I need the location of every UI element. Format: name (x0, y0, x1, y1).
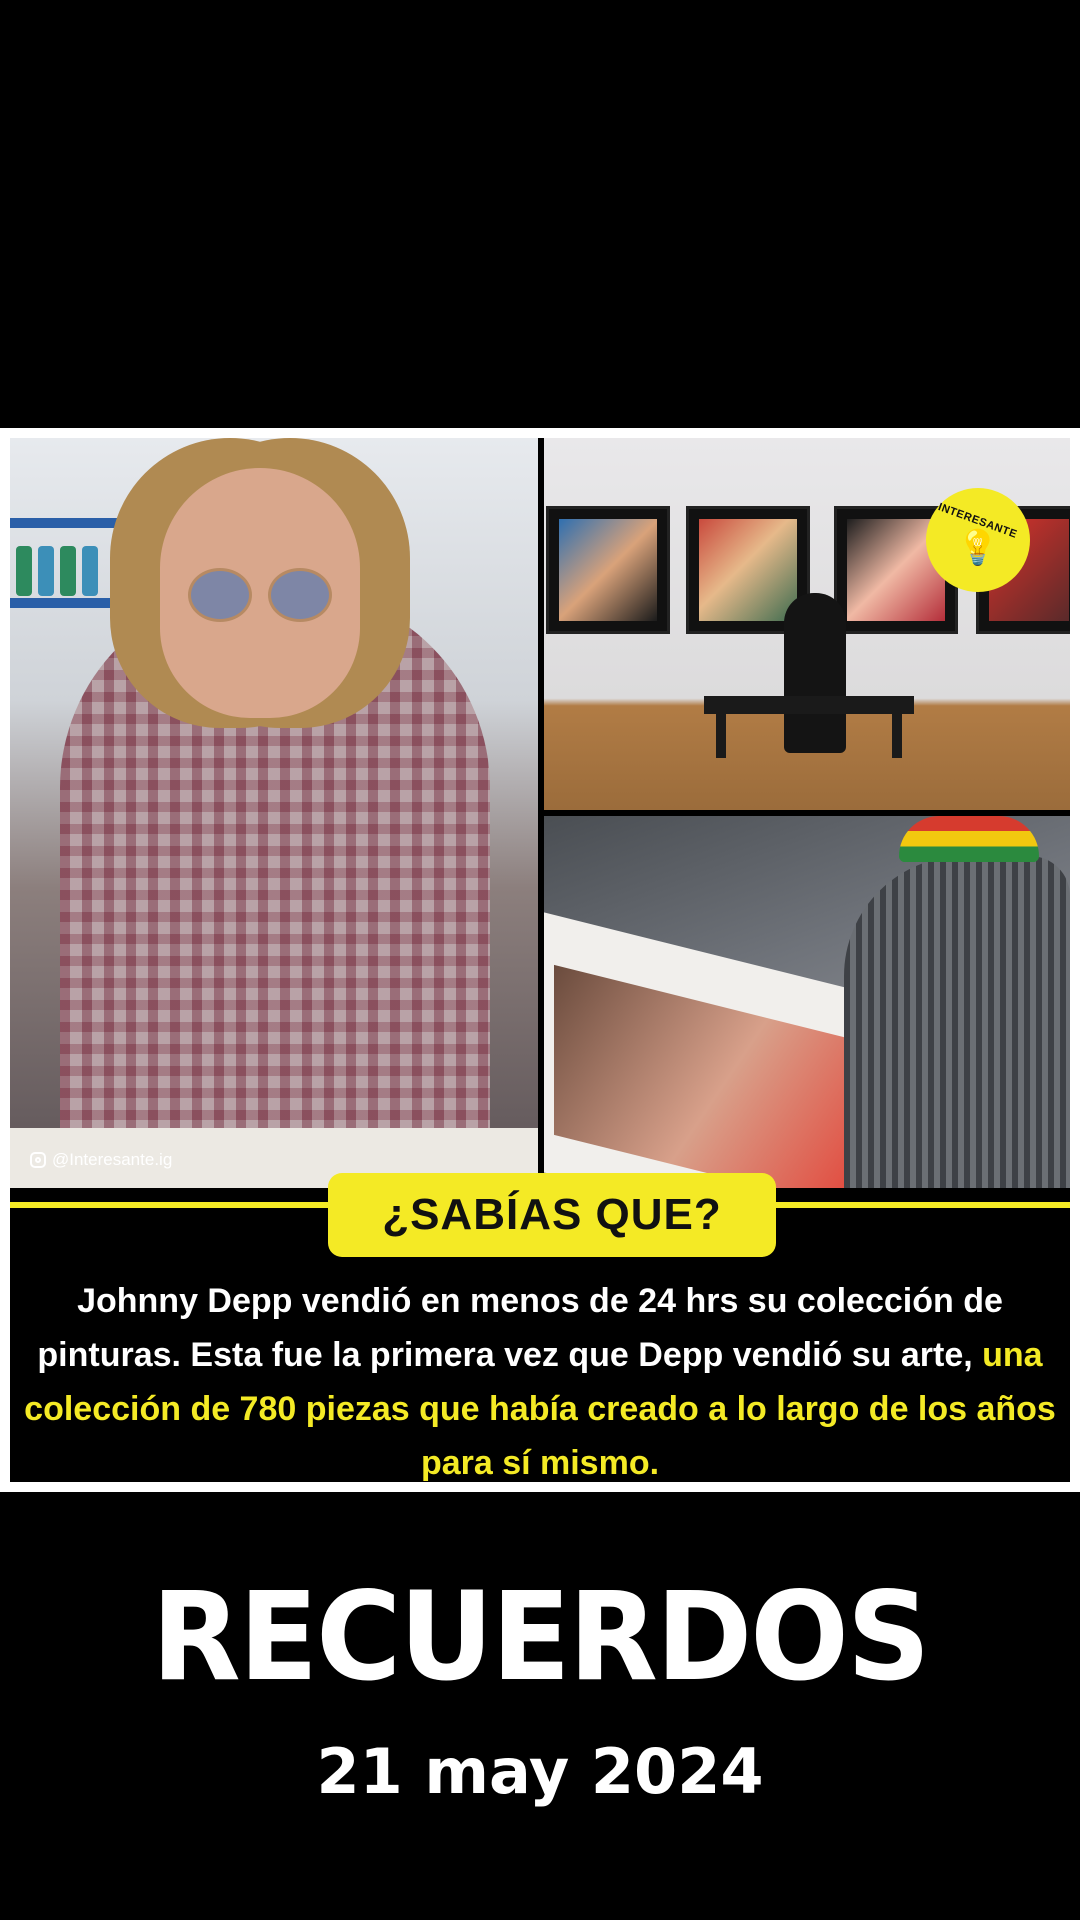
shelf (10, 518, 120, 528)
portrait-art (559, 519, 657, 621)
person-head (160, 468, 360, 718)
photo-gallery: INTERESANTE 💡 (544, 438, 1070, 810)
rasta-hat (899, 816, 1039, 862)
lightbulb-icon: 💡 (956, 529, 1000, 567)
photo-artist-painting (544, 816, 1070, 1188)
memories-date: 21 may 2024 (316, 1735, 764, 1808)
post-image[interactable]: @Interesante.ig INTERESANTE 💡 ¿SABÍAS QU… (10, 438, 1070, 1482)
portrait-frame (546, 506, 670, 634)
glasses-lens (188, 568, 252, 622)
bench-leg (716, 714, 726, 758)
bottle (60, 546, 76, 596)
seated-person (784, 593, 846, 753)
memories-title: RECUERDOS (151, 1566, 931, 1709)
photo-artist-drawing: @Interesante.ig (10, 438, 538, 1188)
bottle (16, 546, 32, 596)
painting-person (844, 856, 1070, 1188)
bench-leg (892, 714, 902, 758)
body-text-plain: Johnny Depp vendió en menos de 24 hrs su… (37, 1282, 1003, 1374)
watermark: @Interesante.ig (30, 1150, 172, 1170)
post-body-text: Johnny Depp vendió en menos de 24 hrs su… (20, 1274, 1060, 1482)
bottle (38, 546, 54, 596)
portrait-art (699, 519, 797, 621)
post-card: @Interesante.ig INTERESANTE 💡 ¿SABÍAS QU… (0, 428, 1080, 1492)
glasses-lens (268, 568, 332, 622)
instagram-icon (30, 1152, 46, 1168)
watermark-handle: @Interesante.ig (52, 1150, 173, 1169)
banner-title: ¿SABÍAS QUE? (328, 1173, 776, 1257)
shelf (10, 598, 120, 608)
interesante-badge: INTERESANTE 💡 (926, 488, 1030, 592)
bottle (82, 546, 98, 596)
bench (704, 696, 914, 714)
